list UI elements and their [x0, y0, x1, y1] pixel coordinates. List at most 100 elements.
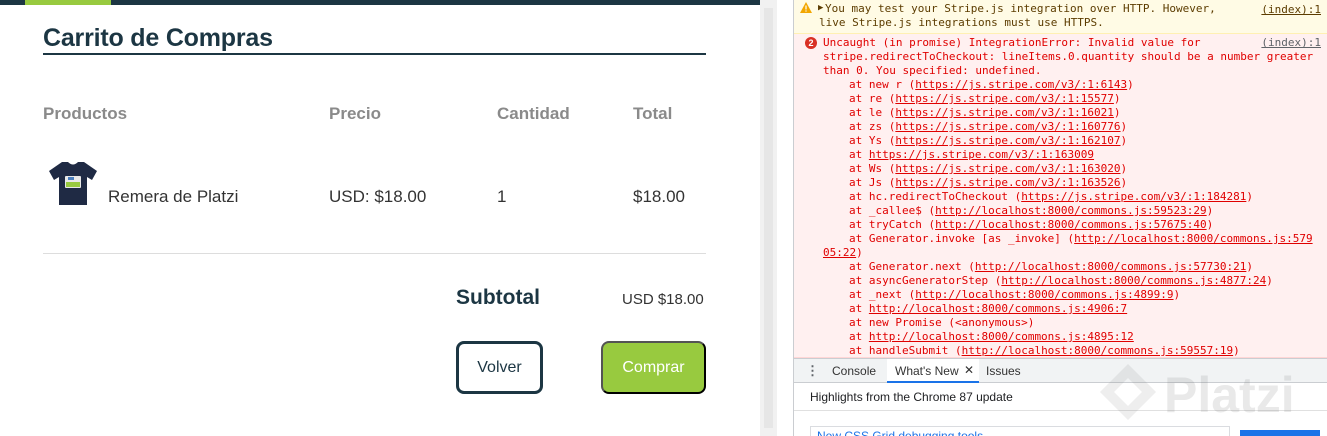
error-line-1: Uncaught (in promise) IntegrationError: … — [823, 36, 1201, 49]
stack-frame-function: at _callee$ ( — [849, 204, 936, 217]
buy-button[interactable]: Comprar — [601, 341, 706, 394]
page-title: Carrito de Compras — [43, 24, 273, 52]
warning-icon — [800, 2, 812, 13]
cart-page: Carrito de Compras Productos Precio Cant… — [0, 0, 760, 436]
stack-frame-function: at — [849, 148, 869, 161]
stack-frame-function: at tryCatch ( — [849, 218, 936, 231]
feature-card-button[interactable] — [1240, 430, 1320, 436]
stack-frame-link[interactable]: https://js.stripe.com/v3/:1:160776 — [895, 120, 1120, 133]
stack-frame-suffix: ) — [1120, 120, 1128, 133]
stack-frame-link[interactable]: http://localhost:8000/commons.js:4877:24 — [1001, 274, 1266, 287]
header-accent — [25, 0, 111, 5]
warning-source-link[interactable]: (index):1 — [1261, 3, 1321, 17]
stack-frame-function: at handleSubmit ( — [849, 344, 962, 357]
stack-frame: at asyncGeneratorStep (http://localhost:… — [849, 274, 1273, 288]
header-bar — [0, 0, 760, 5]
stack-frame-link[interactable]: http://localhost:8000/commons.js:59523:2… — [935, 204, 1207, 217]
stack-frame: at Js (https://js.stripe.com/v3/:1:16352… — [849, 176, 1127, 190]
stack-frame-function: at — [849, 330, 869, 343]
stack-frame: at Ws (https://js.stripe.com/v3/:1:16302… — [849, 162, 1127, 176]
stack-frame-link[interactable]: http://localhost:8000/commons.js:57675:4… — [935, 218, 1207, 231]
stack-frame: at Generator.next (http://localhost:8000… — [849, 260, 1253, 274]
stack-frame-suffix: ) — [1206, 204, 1214, 217]
stack-frame-link[interactable]: https://js.stripe.com/v3/:1:163009 — [869, 148, 1094, 161]
stack-frame-function: at le ( — [849, 106, 896, 119]
error-line-3: than 0. You specified: undefined. — [823, 64, 1042, 77]
stack-frame-link[interactable]: https://js.stripe.com/v3/:1:15577 — [895, 92, 1114, 105]
page-scrollbar-thumb[interactable] — [764, 8, 773, 428]
stack-frame-link[interactable]: http://localhost:8000/commons.js:4906:7 — [869, 302, 1127, 315]
row-divider — [43, 253, 706, 254]
devtools-splitter[interactable] — [777, 0, 794, 436]
stack-frame-function: at hc.redirectToCheckout ( — [849, 190, 1022, 203]
error-source-link[interactable]: (index):1 — [1261, 36, 1321, 50]
console-warning: ▶ You may test your Stripe.js integratio… — [794, 0, 1327, 34]
stack-frame-suffix: ) — [1120, 134, 1128, 147]
tab-whats-new[interactable]: What's New — [895, 364, 959, 378]
stack-frame: at https://js.stripe.com/v3/:1:163009 — [849, 148, 1094, 162]
stack-frame-link[interactable]: https://js.stripe.com/v3/:1:184281 — [1021, 190, 1246, 203]
tshirt-image — [49, 162, 97, 205]
tab-issues[interactable]: Issues — [986, 364, 1021, 378]
error-line-2: stripe.redirectToCheckout: lineItems.0.q… — [823, 50, 1314, 63]
stack-frame-suffix: ) — [1113, 106, 1121, 119]
stack-frame: at zs (https://js.stripe.com/v3/:1:16077… — [849, 120, 1127, 134]
console-error: 2 Uncaught (in promise) IntegrationError… — [794, 34, 1327, 358]
stack-frame-link[interactable]: 05:22 — [823, 246, 856, 259]
stack-frame-function: at Ws ( — [849, 162, 896, 175]
stack-frame-link[interactable]: http://localhost:8000/commons.js:59557:1… — [962, 344, 1234, 357]
stack-frame-function: at _next ( — [849, 288, 916, 301]
stack-frame-function: at — [849, 302, 869, 315]
warning-line-1: You may test your Stripe.js integration … — [825, 2, 1216, 15]
stack-frame-suffix: ) — [1173, 288, 1181, 301]
stack-frame-link[interactable]: http://localhost:8000/commons.js:579 — [1074, 232, 1312, 245]
stack-frame: at new Promise (<anonymous>) — [849, 316, 1034, 330]
column-header-quantity: Cantidad — [497, 104, 570, 123]
stack-frame: at http://localhost:8000/commons.js:4906… — [849, 302, 1127, 316]
product-price: USD: $18.00 — [329, 187, 427, 206]
stack-frame-function: at asyncGeneratorStep ( — [849, 274, 1002, 287]
stack-frame-link[interactable]: https://js.stripe.com/v3/:1:162107 — [895, 134, 1120, 147]
close-tab-icon[interactable]: ✕ — [964, 363, 974, 377]
stack-frame-link[interactable]: https://js.stripe.com/v3/:1:6143 — [915, 78, 1127, 91]
stack-frame-function: at Generator.next ( — [849, 260, 975, 273]
stack-frame: at le (https://js.stripe.com/v3/:1:16021… — [849, 106, 1121, 120]
stack-frame-suffix: ) — [1120, 176, 1128, 189]
stack-frame: at tryCatch (http://localhost:8000/commo… — [849, 218, 1213, 232]
column-header-total: Total — [633, 104, 673, 123]
stack-frame-suffix: ) — [1266, 274, 1273, 287]
devtools-panel: ▶ You may test your Stripe.js integratio… — [794, 0, 1327, 436]
stack-frame: at _next (http://localhost:8000/commons.… — [849, 288, 1180, 302]
feature-card-link[interactable]: New CSS Grid debugging tools — [810, 426, 1230, 436]
stack-frame-function: at new Promise (<anonymous>) — [849, 316, 1035, 329]
stack-frame: at hc.redirectToCheckout (https://js.str… — [849, 190, 1253, 204]
stack-frame: at new r (https://js.stripe.com/v3/:1:61… — [849, 78, 1134, 92]
stack-frame-suffix: ) — [1233, 344, 1240, 357]
stack-frame-function: at zs ( — [849, 120, 896, 133]
more-options-icon[interactable]: ⋮ — [806, 363, 819, 379]
drawer-divider — [794, 410, 1327, 411]
stack-frame: 05:22) — [823, 246, 863, 260]
column-header-price: Precio — [329, 104, 381, 123]
stack-frame-link[interactable]: http://localhost:8000/commons.js:57730:2… — [975, 260, 1247, 273]
product-quantity: 1 — [497, 187, 507, 206]
stack-frame-link[interactable]: http://localhost:8000/commons.js:4899:9 — [915, 288, 1173, 301]
stack-frame-link[interactable]: https://js.stripe.com/v3/:1:163020 — [895, 162, 1120, 175]
stack-frame: at handleSubmit (http://localhost:8000/c… — [849, 344, 1240, 358]
stack-frame-function: at Generator.invoke [as _invoke] ( — [849, 232, 1075, 245]
expand-caret-icon[interactable]: ▶ — [818, 1, 823, 15]
stack-frame-function: at Ys ( — [849, 134, 896, 147]
stack-frame-link[interactable]: https://js.stripe.com/v3/:1:16021 — [895, 106, 1114, 119]
stack-frame-suffix: ) — [1246, 190, 1253, 203]
tab-console[interactable]: Console — [832, 364, 876, 378]
stack-frame-suffix: ) — [1206, 218, 1214, 231]
back-button[interactable]: Volver — [456, 341, 543, 394]
product-name: Remera de Platzi — [108, 187, 239, 206]
column-header-products: Productos — [43, 104, 128, 123]
stack-frame-link[interactable]: http://localhost:8000/commons.js:4895:12 — [869, 330, 1134, 343]
stack-frame-link[interactable]: https://js.stripe.com/v3/:1:163526 — [895, 176, 1120, 189]
stack-frame: at re (https://js.stripe.com/v3/:1:15577… — [849, 92, 1121, 106]
error-count-badge: 2 — [805, 37, 817, 49]
stack-frame-suffix: ) — [856, 246, 863, 259]
stack-frame: at Generator.invoke [as _invoke] (http:/… — [849, 232, 1313, 246]
